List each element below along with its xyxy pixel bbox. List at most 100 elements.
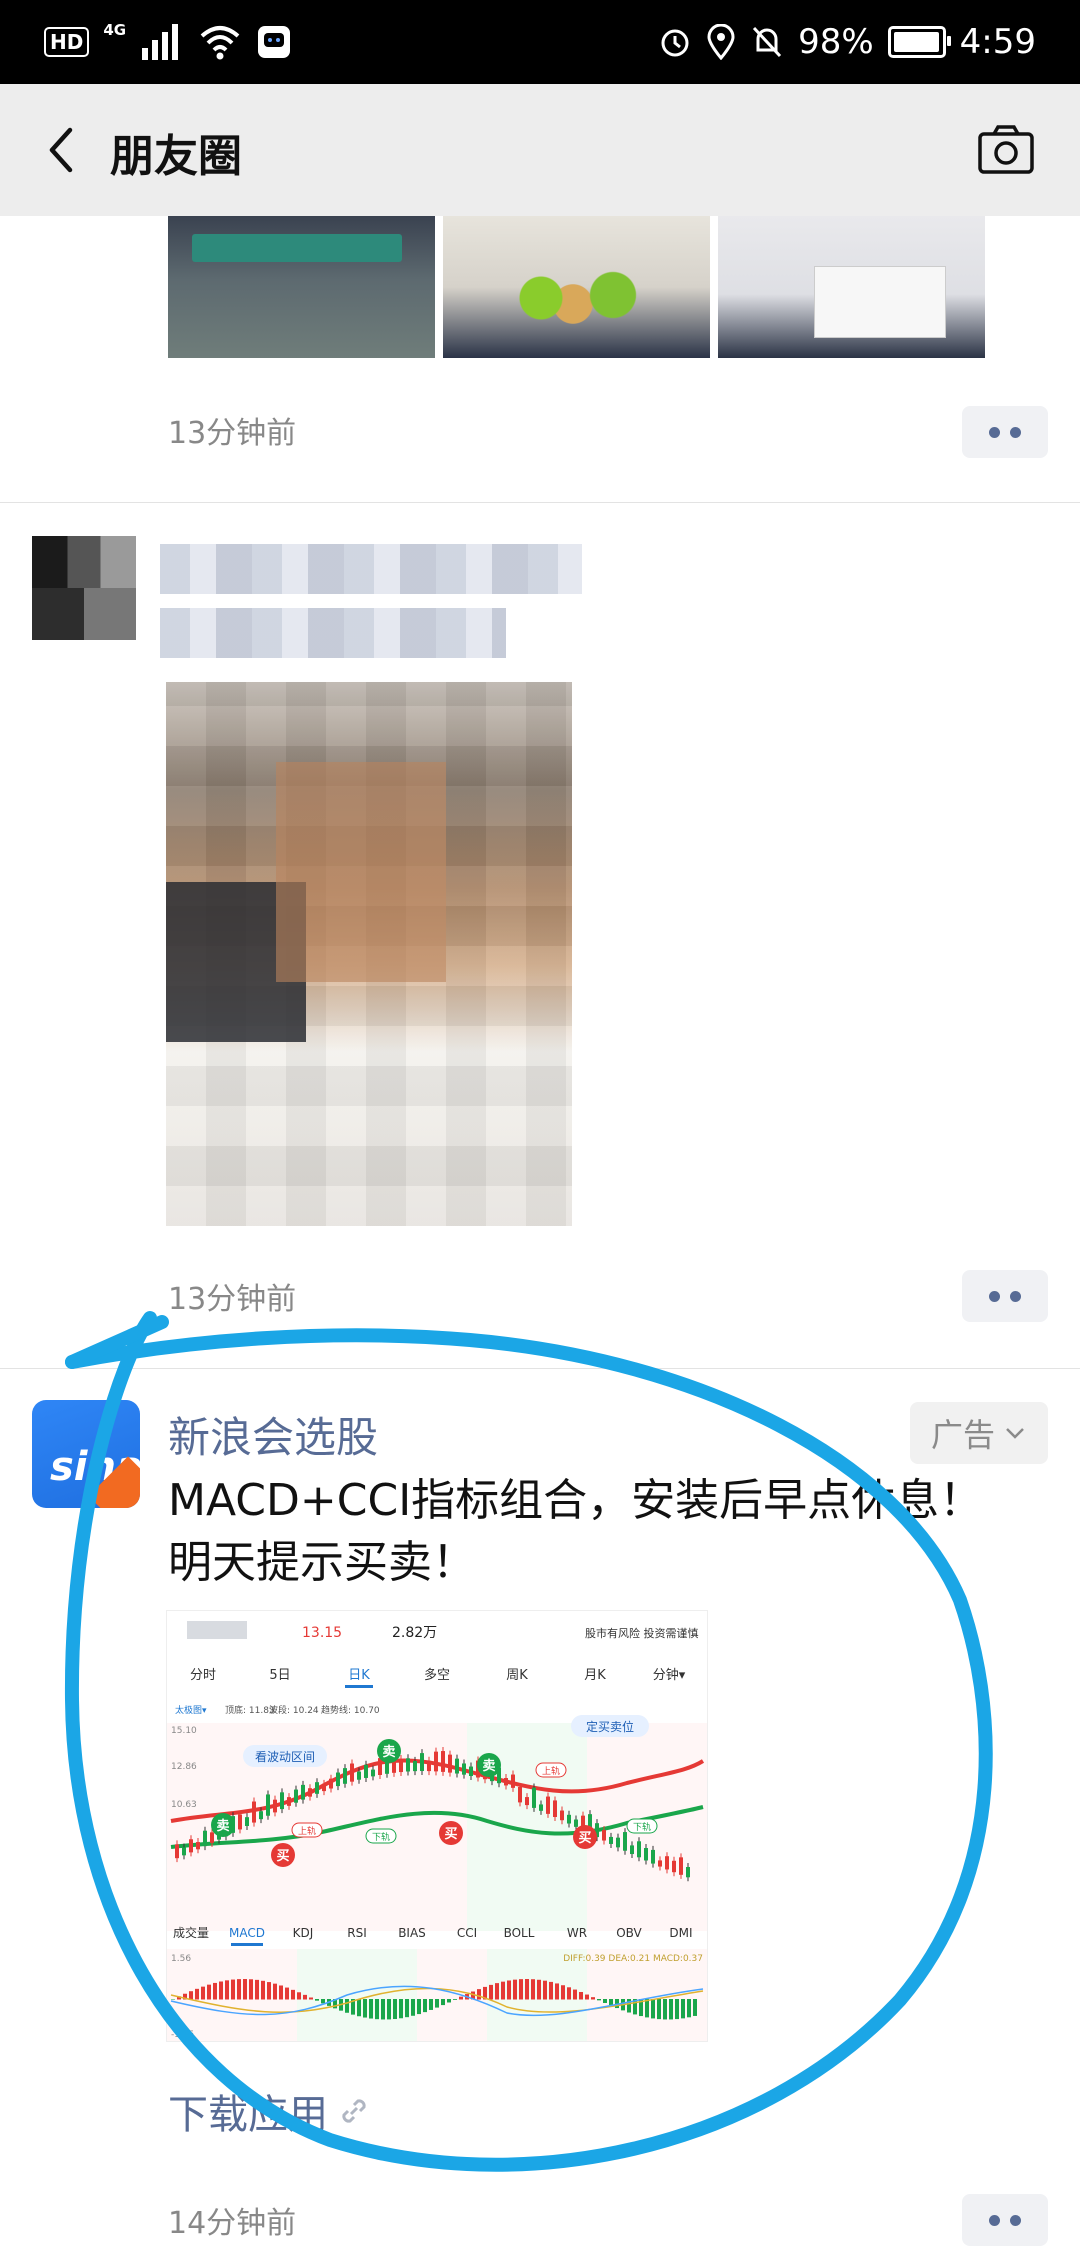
candle-body bbox=[462, 1763, 466, 1775]
macd-bar bbox=[231, 1979, 235, 2000]
chevron-down-icon bbox=[1006, 1428, 1024, 1439]
blurred-post-photo[interactable] bbox=[166, 682, 572, 1226]
ad-badge-label: 广告 bbox=[930, 1416, 995, 1454]
post-divider bbox=[0, 1368, 1080, 1369]
macd-bar bbox=[441, 1999, 445, 2006]
macd-label: 1.56 bbox=[171, 1954, 191, 1964]
macd-bar bbox=[303, 1994, 307, 2000]
chart-tab-underline bbox=[345, 1685, 373, 1688]
macd-bar bbox=[195, 1988, 199, 2000]
candle-body bbox=[343, 1768, 347, 1784]
hd-badge: HD bbox=[44, 27, 90, 57]
macd-bar bbox=[675, 1999, 679, 2020]
post-timestamp: 13分钟前 bbox=[168, 416, 297, 451]
macd-bar bbox=[309, 1997, 313, 2000]
macd-bar bbox=[477, 1989, 481, 2000]
status-bar: HD 4G 98% 4:59 bbox=[0, 0, 1080, 84]
candle-body bbox=[287, 1797, 291, 1806]
macd-bar bbox=[171, 1999, 175, 2000]
more-dot bbox=[989, 2214, 1000, 2226]
chart-tab: 分钟▾ bbox=[653, 1667, 686, 1683]
download-app-link[interactable]: 下载应用 bbox=[168, 2082, 374, 2140]
macd-bar bbox=[597, 1999, 601, 2001]
candle-body bbox=[280, 1792, 284, 1810]
wifi-icon bbox=[200, 26, 240, 60]
candle-body bbox=[504, 1778, 508, 1786]
more-dot bbox=[1010, 2214, 1021, 2226]
candle-body bbox=[203, 1830, 207, 1847]
y-label: 12.86 bbox=[171, 1762, 197, 1772]
macd-bar bbox=[261, 1980, 265, 2000]
candle-body bbox=[567, 1814, 571, 1824]
indicator-tab: DMI bbox=[669, 1926, 692, 1940]
download-app-label: 下载应用 bbox=[168, 2092, 328, 2138]
blurred-avatar[interactable] bbox=[32, 536, 136, 640]
macd-bar bbox=[405, 1999, 409, 2018]
indicator-tab: RSI bbox=[347, 1926, 367, 1940]
candle-body bbox=[539, 1804, 543, 1811]
candle-body bbox=[322, 1783, 326, 1792]
macd-label: -1.55 bbox=[171, 2030, 194, 2040]
macd-bar bbox=[225, 1980, 229, 2000]
post-more-button[interactable] bbox=[962, 1270, 1048, 1322]
macd-bar bbox=[579, 1991, 583, 2000]
candle-body bbox=[364, 1764, 368, 1778]
advertiser-logo[interactable]: sina bbox=[32, 1400, 140, 1508]
candle-body bbox=[672, 1860, 676, 1873]
ad-badge-dropdown[interactable]: 广告 bbox=[910, 1402, 1048, 1464]
macd-bar bbox=[267, 1982, 271, 2000]
post-more-button[interactable] bbox=[962, 406, 1048, 458]
candle-body bbox=[546, 1796, 550, 1814]
candle-body bbox=[252, 1801, 256, 1823]
macd-bar bbox=[273, 1983, 277, 2000]
status-right: 98% 4:59 bbox=[658, 16, 1036, 68]
marker-label: 买 bbox=[578, 1831, 591, 1846]
blurred-post-text bbox=[160, 608, 506, 658]
back-arrow-icon[interactable] bbox=[36, 120, 96, 180]
post-more-button[interactable] bbox=[962, 2194, 1048, 2246]
indicator-tab: 成交量 bbox=[173, 1925, 209, 1940]
status-left: HD 4G bbox=[44, 20, 292, 64]
candle-body bbox=[294, 1789, 298, 1803]
indicator-tab: BOLL bbox=[504, 1926, 535, 1940]
macd-bar bbox=[603, 1999, 607, 2003]
post-photo-reception[interactable] bbox=[718, 216, 985, 358]
clock: 4:59 bbox=[959, 22, 1036, 62]
macd-bar bbox=[279, 1985, 283, 2000]
candle-body bbox=[420, 1753, 424, 1772]
chart-price: 13.15 bbox=[302, 1625, 342, 1641]
candle-body bbox=[469, 1766, 473, 1776]
callout-range: 看波动区间 bbox=[255, 1750, 315, 1764]
macd-bar bbox=[411, 1999, 415, 2016]
candle-body bbox=[245, 1817, 249, 1826]
alarm-icon bbox=[661, 29, 689, 57]
macd-bar bbox=[219, 1981, 223, 2000]
post-photo-lounge[interactable] bbox=[443, 216, 710, 358]
candle-body bbox=[266, 1794, 270, 1816]
macd-bar bbox=[399, 1999, 403, 2019]
chart-toolbar-item: 波段: 10.24 bbox=[269, 1704, 319, 1716]
candle-body bbox=[623, 1832, 627, 1851]
blurred-username bbox=[160, 544, 582, 594]
macd-bar bbox=[681, 1999, 685, 2019]
candle-body bbox=[210, 1832, 214, 1843]
macd-bar bbox=[315, 1999, 319, 2001]
post-photo-meeting-room[interactable] bbox=[168, 216, 435, 358]
candle-body bbox=[637, 1841, 641, 1858]
macd-bar bbox=[237, 1979, 241, 2000]
battery-percent: 98% bbox=[798, 22, 874, 62]
advertiser-name[interactable]: 新浪会选股 bbox=[168, 1404, 378, 1465]
macd-bar bbox=[243, 1979, 247, 2000]
macd-bar bbox=[363, 1999, 367, 2018]
indicator-tab: MACD bbox=[229, 1926, 265, 1940]
camera-icon[interactable] bbox=[976, 120, 1036, 180]
chart-tab: 周K bbox=[506, 1668, 528, 1683]
ad-chart-image[interactable]: 13.15 2.82万 股市有风险 投资需谨慎 分时 5日 日K 多空 周K 月K 分钟▾ 太极图▾… bbox=[166, 1610, 708, 2042]
candle-body bbox=[560, 1810, 564, 1821]
candle-body bbox=[525, 1797, 529, 1806]
macd-bar bbox=[321, 1999, 325, 2004]
macd-bar bbox=[453, 1999, 457, 2000]
macd-bar bbox=[507, 1980, 511, 2000]
candle-body bbox=[308, 1788, 312, 1797]
macd-bar bbox=[255, 1979, 259, 2000]
